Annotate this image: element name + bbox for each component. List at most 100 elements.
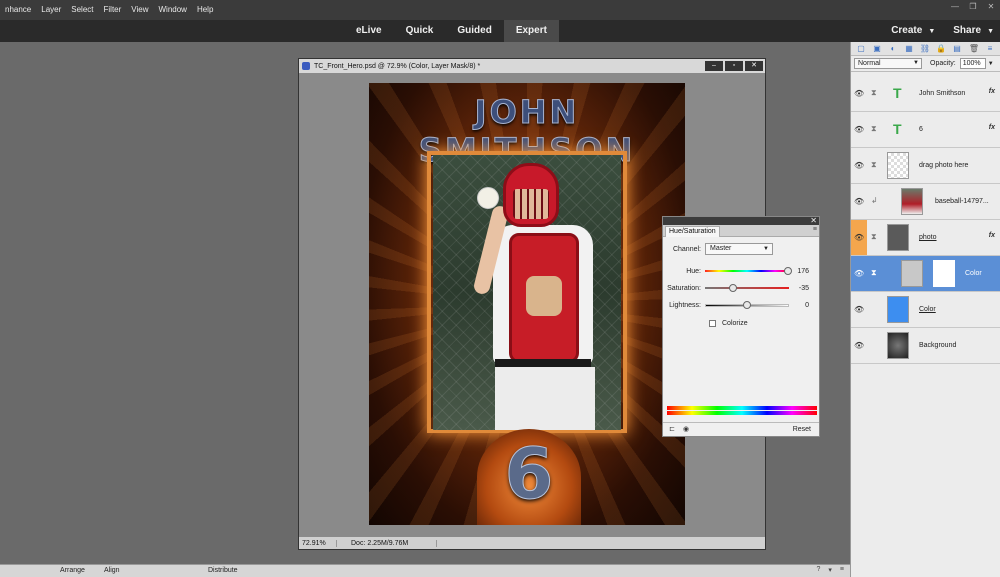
visibility-cell[interactable]: 👁 bbox=[851, 76, 867, 111]
tab-expert[interactable]: Expert bbox=[503, 20, 559, 42]
clip-to-layer-icon[interactable]: ⊏ bbox=[667, 425, 677, 435]
visibility-cell[interactable]: 👁 bbox=[851, 292, 867, 327]
new-group-icon[interactable]: ▣ bbox=[871, 44, 883, 54]
panel-menu-icon[interactable]: ≡ bbox=[840, 566, 844, 574]
fx-icon[interactable]: fx bbox=[989, 88, 995, 95]
menu-window[interactable]: Window bbox=[153, 0, 191, 20]
close-icon[interactable]: ✕ bbox=[745, 61, 763, 71]
eye-icon[interactable]: 👁 bbox=[854, 305, 864, 314]
blend-mode-select[interactable]: Normal ▼ bbox=[854, 58, 922, 69]
link-icon[interactable]: ⧗ bbox=[871, 88, 877, 98]
layer-row[interactable]: 👁 Background bbox=[851, 328, 1000, 364]
layer-row[interactable]: 👁 ↲ baseball-14797... bbox=[851, 184, 1000, 220]
panel-header[interactable]: ✕ bbox=[663, 216, 819, 225]
link-icon[interactable]: ⧗ bbox=[871, 232, 877, 242]
document-titlebar[interactable]: TC_Front_Hero.psd @ 72.9% (Color, Layer … bbox=[299, 59, 765, 73]
fx-icon[interactable]: fx bbox=[989, 232, 995, 239]
eye-icon[interactable]: 👁 bbox=[854, 89, 864, 98]
chevron-down-icon[interactable]: ▾ bbox=[828, 566, 832, 574]
saturation-slider[interactable] bbox=[705, 282, 789, 294]
zoom-level[interactable]: 72.91% bbox=[299, 539, 337, 547]
link-icon[interactable]: ⧗ bbox=[871, 124, 877, 134]
maximize-icon[interactable]: ▫ bbox=[725, 61, 743, 71]
new-layer-icon[interactable]: ▢ bbox=[855, 44, 867, 54]
menu-layer[interactable]: Layer bbox=[36, 0, 66, 20]
lock-icon[interactable]: 🔒 bbox=[935, 44, 947, 54]
visibility-cell[interactable]: 👁 bbox=[851, 328, 867, 363]
close-icon[interactable]: ✕ bbox=[983, 2, 999, 12]
align-button[interactable]: Align bbox=[104, 567, 120, 574]
channel-select[interactable]: Master ▼ bbox=[705, 243, 773, 255]
hue-saturation-panel[interactable]: ✕ Hue/Saturation ≡ Channel: Master ▼ Hue:… bbox=[662, 216, 820, 437]
minimize-icon[interactable]: — bbox=[947, 2, 963, 12]
visibility-cell[interactable]: 👁 bbox=[851, 220, 867, 255]
menu-view[interactable]: View bbox=[126, 0, 153, 20]
visibility-cell[interactable]: 👁 bbox=[851, 256, 867, 291]
visibility-cell[interactable]: 👁 bbox=[851, 148, 867, 183]
saturation-value[interactable]: -35 bbox=[789, 285, 809, 292]
tab-guided[interactable]: Guided bbox=[445, 20, 503, 42]
distribute-button[interactable]: Distribute bbox=[208, 567, 238, 574]
caret-down-icon[interactable]: ▼ bbox=[988, 61, 994, 67]
eye-icon[interactable]: 👁 bbox=[854, 341, 864, 350]
share-button[interactable]: Share ▼ bbox=[953, 20, 994, 42]
tab-quick[interactable]: Quick bbox=[394, 20, 446, 42]
link-icon[interactable]: ⧗ bbox=[871, 268, 877, 278]
eye-icon[interactable]: 👁 bbox=[854, 197, 864, 206]
eye-icon[interactable]: 👁 bbox=[854, 161, 864, 170]
layer-name[interactable]: John Smithson bbox=[919, 90, 965, 97]
layer-name[interactable]: drag photo here bbox=[919, 162, 968, 169]
tab-hue-saturation[interactable]: Hue/Saturation bbox=[665, 226, 720, 237]
fx-icon[interactable]: fx bbox=[989, 124, 995, 131]
layer-mask-thumbnail[interactable] bbox=[933, 260, 955, 287]
panel-menu-icon[interactable]: ≡ bbox=[813, 226, 817, 233]
minimize-icon[interactable]: – bbox=[705, 61, 723, 71]
checkbox-icon[interactable] bbox=[709, 320, 716, 327]
colorize-checkbox[interactable]: Colorize bbox=[709, 320, 748, 327]
layer-row[interactable]: 👁 ⧗ T John Smithson fx bbox=[851, 76, 1000, 112]
eye-icon[interactable]: 👁 bbox=[854, 269, 864, 278]
layer-name[interactable]: Color bbox=[965, 270, 982, 277]
link-icon[interactable]: ⧗ bbox=[871, 160, 877, 170]
help-icon[interactable]: ? bbox=[816, 566, 820, 574]
lightness-slider[interactable] bbox=[705, 299, 789, 311]
menu-select[interactable]: Select bbox=[66, 0, 98, 20]
arrange-button[interactable]: Arrange bbox=[60, 567, 85, 574]
layer-name[interactable]: baseball-14797... bbox=[935, 198, 989, 205]
menu-filter[interactable]: Filter bbox=[99, 0, 127, 20]
trash-icon[interactable]: 🗑 bbox=[968, 44, 980, 54]
document-size[interactable]: Doc: 2.25M/9.76M bbox=[337, 539, 437, 547]
layer-name[interactable]: 6 bbox=[919, 126, 923, 133]
layer-name[interactable]: Color bbox=[919, 306, 936, 313]
visibility-cell[interactable]: 👁 bbox=[851, 112, 867, 147]
create-button[interactable]: Create ▼ bbox=[891, 20, 935, 42]
adjustment-layer-icon[interactable]: ◐ bbox=[887, 44, 899, 54]
link-icon[interactable]: ⛓ bbox=[919, 44, 931, 54]
menu-enhance[interactable]: nhance bbox=[0, 0, 36, 20]
layer-mask-icon[interactable]: ▦ bbox=[903, 44, 915, 54]
lightness-value[interactable]: 0 bbox=[789, 302, 809, 309]
visibility-cell[interactable]: 👁 bbox=[851, 184, 867, 219]
layer-row[interactable]: 👁 ⧗ photo fx bbox=[851, 220, 1000, 256]
layer-row[interactable]: 👁 Color bbox=[851, 292, 1000, 328]
artwork-canvas[interactable]: JOHN SMITHSON 6 bbox=[369, 83, 685, 525]
eye-icon[interactable]: 👁 bbox=[854, 125, 864, 134]
layer-row-selected[interactable]: 👁 ⧗ Color bbox=[851, 256, 1000, 292]
layer-row[interactable]: 👁 ⧗ drag photo here bbox=[851, 148, 1000, 184]
opacity-input[interactable]: 100% bbox=[959, 58, 986, 69]
saturation-slider-thumb[interactable] bbox=[728, 284, 737, 292]
restore-icon[interactable]: ❐ bbox=[965, 2, 981, 12]
layer-name[interactable]: Background bbox=[919, 342, 956, 349]
close-icon[interactable]: ✕ bbox=[810, 216, 817, 225]
hue-slider[interactable] bbox=[705, 265, 793, 277]
reset-button[interactable]: Reset bbox=[793, 426, 811, 433]
menu-help[interactable]: Help bbox=[192, 0, 218, 20]
panel-menu-icon[interactable]: ≡ bbox=[984, 44, 996, 54]
lightness-slider-thumb[interactable] bbox=[743, 301, 751, 309]
tab-elive[interactable]: eLive bbox=[344, 20, 394, 42]
lock-all-icon[interactable]: ▤ bbox=[951, 44, 963, 54]
eye-icon[interactable]: ◉ bbox=[681, 425, 691, 435]
layer-name[interactable]: photo bbox=[919, 234, 937, 241]
eye-icon[interactable]: 👁 bbox=[854, 233, 864, 242]
layer-row[interactable]: 👁 ⧗ T 6 fx bbox=[851, 112, 1000, 148]
